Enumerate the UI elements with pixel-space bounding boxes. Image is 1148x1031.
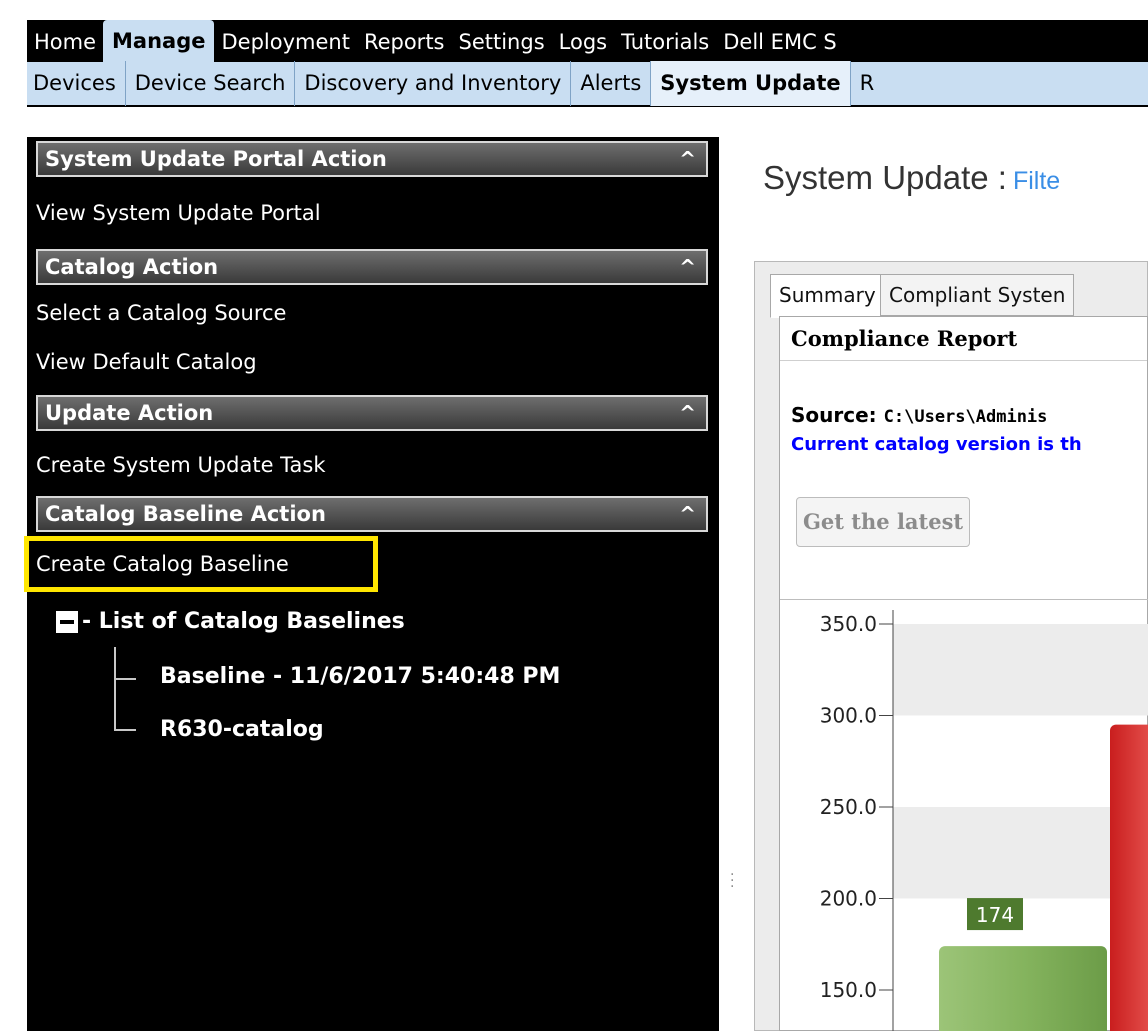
chart-bar[interactable] [939,946,1107,1031]
compliance-report-panel: Compliance Report Source: C:\Users\Admin… [779,316,1148,1031]
page-title-text: System Update : [763,159,1007,196]
collapse-caret-icon[interactable]: ^ [679,498,696,530]
catalog-version-message: Current catalog version is th [791,434,1082,455]
source-label: Source: [791,403,877,427]
section-header-catalog-action[interactable]: Catalog Action ^ [36,249,708,285]
collapse-caret-icon[interactable]: ^ [679,143,696,175]
section-header-label: System Update Portal Action [45,147,387,171]
collapse-tree-icon[interactable] [56,611,78,633]
section-header-label: Catalog Baseline Action [45,502,326,526]
chart-bar[interactable] [1110,724,1148,1031]
filter-link[interactable]: Filte [1013,167,1060,195]
chart-gridlines [893,624,1148,899]
subtab-device-search[interactable]: Device Search [126,61,296,106]
tab-settings[interactable]: Settings [452,22,552,62]
tab-logs[interactable]: Logs [552,22,614,62]
tree-connector [114,678,136,680]
select-catalog-source-link[interactable]: Select a Catalog Source [36,301,286,325]
y-tick-label: 250.0 [820,795,877,819]
section-header-portal-action[interactable]: System Update Portal Action ^ [36,141,708,177]
view-system-update-portal-link[interactable]: View System Update Portal [36,201,321,225]
source-path: C:\Users\Adminis [883,407,1048,427]
compliance-bar-chart-svg: 150.0 200.0 250.0 300.0 350.0 174 [820,610,1148,1031]
top-nav: Home Manage Deployment Reports Settings … [27,20,1148,62]
subtab-system-update[interactable]: System Update [651,61,851,106]
get-latest-button[interactable]: Get the latest [796,497,971,547]
tab-home[interactable]: Home [27,22,103,62]
section-header-baseline-action[interactable]: Catalog Baseline Action ^ [36,496,708,532]
tab-compliant-systems[interactable]: Compliant Systen [880,274,1075,316]
subtab-alerts[interactable]: Alerts [571,61,652,106]
tree-root-label[interactable]: - List of Catalog Baselines [82,609,405,634]
tree-connector [114,729,136,731]
y-tick-label: 200.0 [820,887,877,911]
subtab-discovery-inventory[interactable]: Discovery and Inventory [295,61,572,106]
collapse-caret-icon[interactable]: ^ [679,397,696,429]
page-title: System Update : Filte [763,159,1060,197]
y-tick-label: 150.0 [820,978,877,1002]
report-header: Compliance Report [780,317,1147,361]
tree-connector [114,647,116,730]
grid-band [893,807,1148,899]
subtab-truncated[interactable]: R [851,61,884,106]
section-header-label: Catalog Action [45,255,219,279]
section-header-label: Update Action [45,401,214,425]
resize-grip-icon[interactable]: · · · [730,868,734,894]
create-catalog-baseline-link[interactable]: Create Catalog Baseline [36,552,289,576]
subtab-devices[interactable]: Devices [27,61,126,106]
tab-reports[interactable]: Reports [357,22,452,62]
main-content: System Update : Filte Summary Compliant S… [736,137,1148,1031]
tab-manage[interactable]: Manage [103,20,215,62]
source-line: Source: C:\Users\Adminis [791,403,1047,427]
chart-y-axis: 150.0 200.0 250.0 300.0 350.0 [820,610,894,1031]
tab-tutorials[interactable]: Tutorials [614,22,716,62]
y-tick-label: 350.0 [820,612,877,636]
y-tick-label: 300.0 [820,704,877,728]
tree-item-r630-catalog[interactable]: R630-catalog [160,717,324,742]
grid-band [893,624,1148,716]
create-system-update-task-link[interactable]: Create System Update Task [36,453,326,477]
collapse-caret-icon[interactable]: ^ [679,251,696,283]
compliance-chart: 150.0 200.0 250.0 300.0 350.0 174 [780,599,1148,1031]
sub-nav: Devices Device Search Discovery and Inve… [27,61,1148,107]
tab-summary[interactable]: Summary [770,274,885,318]
view-default-catalog-link[interactable]: View Default Catalog [36,350,257,374]
section-header-update-action[interactable]: Update Action ^ [36,395,708,431]
content-top-gap [27,107,1148,137]
chart-data-labels: 174 [967,898,1023,931]
tab-deployment[interactable]: Deployment [214,22,356,62]
action-sidebar: System Update Portal Action ^ View Syste… [24,137,734,1031]
tree-item-baseline[interactable]: Baseline - 11/6/2017 5:40:48 PM [160,664,560,689]
tab-dell-emc[interactable]: Dell EMC S [716,22,844,62]
data-label: 174 [976,903,1014,927]
